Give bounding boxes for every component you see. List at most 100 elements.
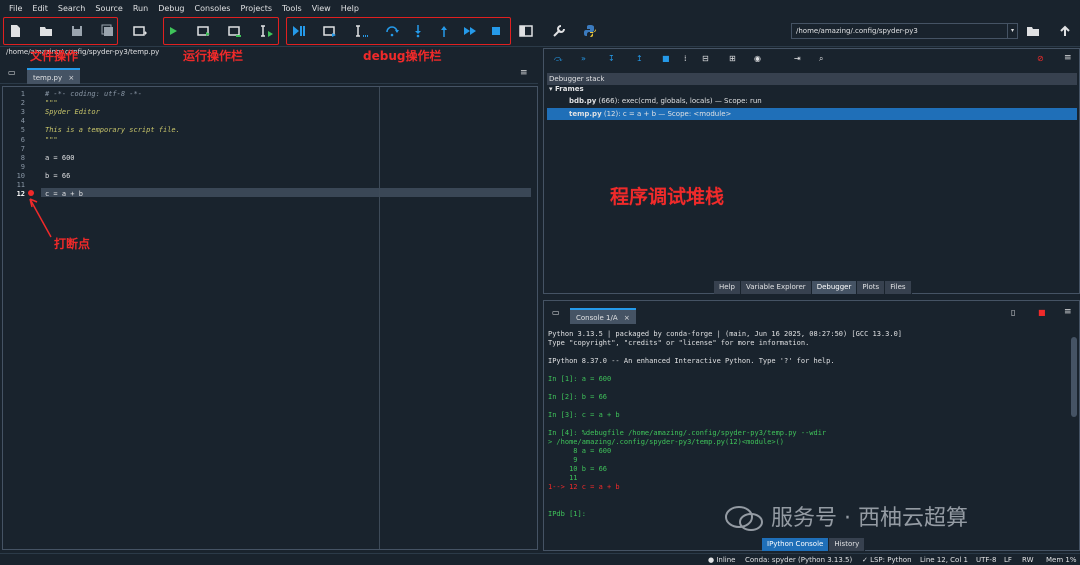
menu-consoles[interactable]: Consoles bbox=[190, 4, 236, 13]
tab-temp-py[interactable]: temp.py × bbox=[27, 68, 81, 84]
console-line: In [4]: %debugfile /home/amazing/.config… bbox=[548, 429, 827, 437]
stop-icon[interactable]: ■ bbox=[662, 54, 670, 63]
parent-directory-button[interactable] bbox=[1056, 22, 1074, 40]
debugger-toolbar: ⤼ » ↧ ↥ ■ ⁞ ⊟ ⊞ ◉ ⇥ ⌕ ⊘ ≡ bbox=[544, 49, 1079, 69]
tab-help[interactable]: Help bbox=[714, 281, 741, 294]
debug-bar-highlight bbox=[286, 17, 511, 45]
wechat-icon bbox=[725, 506, 763, 531]
status-encoding: UTF-8 bbox=[976, 556, 997, 564]
menu-view[interactable]: View bbox=[307, 4, 336, 13]
line-number: 4 bbox=[20, 117, 25, 126]
status-inline: ● Inline bbox=[708, 556, 736, 564]
annotation-run-bar: 运行操作栏 bbox=[183, 49, 244, 63]
tab-history[interactable]: History bbox=[829, 538, 866, 551]
browse-tabs-icon[interactable]: ▭ bbox=[552, 308, 560, 317]
menu-source[interactable]: Source bbox=[90, 4, 127, 13]
debugger-stack-tree: Debugger stack ▾ Frames bdb.py (666): ex… bbox=[547, 73, 1077, 278]
console-line: 11 bbox=[548, 474, 578, 482]
browse-directory-button[interactable] bbox=[1024, 22, 1042, 40]
status-bar: ● Inline Conda: spyder (Python 3.13.5) ✓… bbox=[0, 553, 1080, 565]
toggle-locals-icon[interactable]: ⊞ bbox=[729, 54, 736, 63]
tab-variable-explorer[interactable]: Variable Explorer bbox=[740, 281, 812, 294]
editor-file-path: /home/amazing/.config/spyder-py3/temp.py bbox=[6, 48, 160, 56]
working-directory-combo[interactable]: /home/amazing/.config/spyder-py3 ▾ bbox=[791, 23, 1018, 39]
console-line: In [1]: a = 600 bbox=[548, 375, 612, 383]
line-number: 7 bbox=[20, 144, 25, 153]
menu-search[interactable]: Search bbox=[53, 4, 90, 13]
status-rw: RW bbox=[1022, 556, 1034, 564]
console-scrollbar[interactable] bbox=[1071, 337, 1077, 417]
frame-detail: (666): exec(cmd, globals, locals) — Scop… bbox=[598, 97, 762, 105]
status-memory: Mem 1% bbox=[1046, 556, 1077, 564]
frame-file: temp.py bbox=[569, 110, 602, 118]
editor-tabbar: ▭ temp.py × ≡ bbox=[0, 62, 538, 84]
menu-debug[interactable]: Debug bbox=[153, 4, 189, 13]
continue-icon[interactable]: » bbox=[581, 54, 586, 63]
menu-file[interactable]: File bbox=[4, 4, 27, 13]
console-line: Python 3.13.5 | packaged by conda-forge … bbox=[548, 330, 903, 338]
inspect-icon[interactable]: ⊟ bbox=[702, 54, 709, 63]
maximize-pane-button[interactable] bbox=[517, 22, 535, 40]
step-over-icon[interactable]: ⤼ bbox=[554, 54, 563, 64]
tab-files[interactable]: Files bbox=[885, 281, 912, 294]
stop-kernel-icon[interactable]: ■ bbox=[1038, 308, 1046, 317]
arrow-up-icon bbox=[1060, 25, 1070, 36]
clear-breakpoints-icon[interactable]: ⊘ bbox=[1037, 54, 1044, 63]
frame-detail: (12): c = a + b — Scope: <module> bbox=[603, 110, 732, 118]
preferences-button[interactable] bbox=[550, 22, 568, 40]
current-line-highlight bbox=[41, 188, 531, 197]
eye-icon[interactable]: ◉ bbox=[754, 54, 761, 63]
search-icon[interactable]: ⌕ bbox=[819, 54, 823, 64]
step-return-icon[interactable]: ↥ bbox=[636, 54, 643, 63]
frame-row[interactable]: bdb.py (666): exec(cmd, globals, locals)… bbox=[547, 95, 1077, 107]
clipboard-icon[interactable]: ▯ bbox=[1011, 308, 1015, 317]
tab-label: temp.py bbox=[33, 74, 63, 82]
tab-debugger[interactable]: Debugger bbox=[811, 281, 858, 294]
annotation-stack: 程序调试堆栈 bbox=[610, 186, 725, 208]
chevron-down-icon[interactable]: ▾ bbox=[1007, 24, 1017, 38]
browse-tabs-icon[interactable]: ▭ bbox=[8, 68, 16, 77]
frame-row-selected[interactable]: temp.py (12): c = a + b — Scope: <module… bbox=[547, 108, 1077, 120]
step-into-icon[interactable]: ↧ bbox=[608, 54, 615, 63]
line-number: 10 bbox=[16, 171, 25, 180]
code-line: Spyder Editor bbox=[45, 108, 100, 117]
hamburger-menu-icon[interactable]: ≡ bbox=[1064, 53, 1072, 63]
hamburger-menu-icon[interactable]: ≡ bbox=[520, 68, 528, 78]
tab-ipython-console[interactable]: IPython Console bbox=[762, 538, 830, 551]
wrench-icon bbox=[553, 25, 565, 37]
new-cell-button[interactable] bbox=[131, 22, 149, 40]
menu-help[interactable]: Help bbox=[336, 4, 364, 13]
spyder-window: File Edit Search Source Run Debug Consoles Proj… bbox=[0, 0, 1080, 565]
console-line: In [2]: b = 66 bbox=[548, 393, 608, 401]
line-number: 12 bbox=[16, 190, 25, 199]
run-bar-highlight bbox=[163, 17, 279, 45]
menu-tools[interactable]: Tools bbox=[277, 4, 307, 13]
console-bottom-tabs: IPython Console History bbox=[762, 538, 866, 551]
code-editor[interactable]: 1 2 3 4 5 6 7 8 9 10 11 12 # -*- coding: utf-8 -*- "… bbox=[2, 86, 538, 550]
tab-console[interactable]: Console 1/A × bbox=[570, 308, 636, 324]
code-line: a = 600 bbox=[45, 153, 75, 162]
status-inline-text: Inline bbox=[716, 556, 736, 564]
tab-plots[interactable]: Plots bbox=[857, 281, 886, 294]
close-icon[interactable]: × bbox=[68, 74, 74, 82]
hamburger-menu-icon[interactable]: ≡ bbox=[1064, 307, 1072, 317]
frames-node[interactable]: ▾ Frames bbox=[547, 83, 1077, 95]
status-conda[interactable]: Conda: spyder (Python 3.13.5) bbox=[745, 556, 852, 564]
menu-projects[interactable]: Projects bbox=[235, 4, 277, 13]
console-tab-label: Console 1/A bbox=[576, 314, 618, 322]
menu-run[interactable]: Run bbox=[128, 4, 153, 13]
right-pane-tabs: Help Variable Explorer Debugger Plots Files bbox=[714, 281, 912, 294]
frame-file: bdb.py bbox=[569, 97, 597, 105]
add-cell-icon bbox=[133, 26, 147, 36]
status-lsp-text: LSP: Python bbox=[870, 556, 912, 564]
menu-edit[interactable]: Edit bbox=[27, 4, 53, 13]
line-number: 3 bbox=[20, 108, 25, 117]
python-path-button[interactable] bbox=[581, 22, 599, 40]
console-line: Type "copyright", "credits" or "license"… bbox=[548, 339, 810, 347]
status-cursor-position: Line 12, Col 1 bbox=[920, 556, 968, 564]
close-icon[interactable]: × bbox=[624, 314, 630, 322]
code-line: """ bbox=[45, 99, 58, 108]
goto-source-icon[interactable]: ⇥ bbox=[794, 54, 801, 63]
status-lsp[interactable]: ✓ LSP: Python bbox=[862, 556, 912, 564]
line-number-gutter[interactable]: 1 2 3 4 5 6 7 8 9 10 11 12 bbox=[3, 87, 41, 549]
